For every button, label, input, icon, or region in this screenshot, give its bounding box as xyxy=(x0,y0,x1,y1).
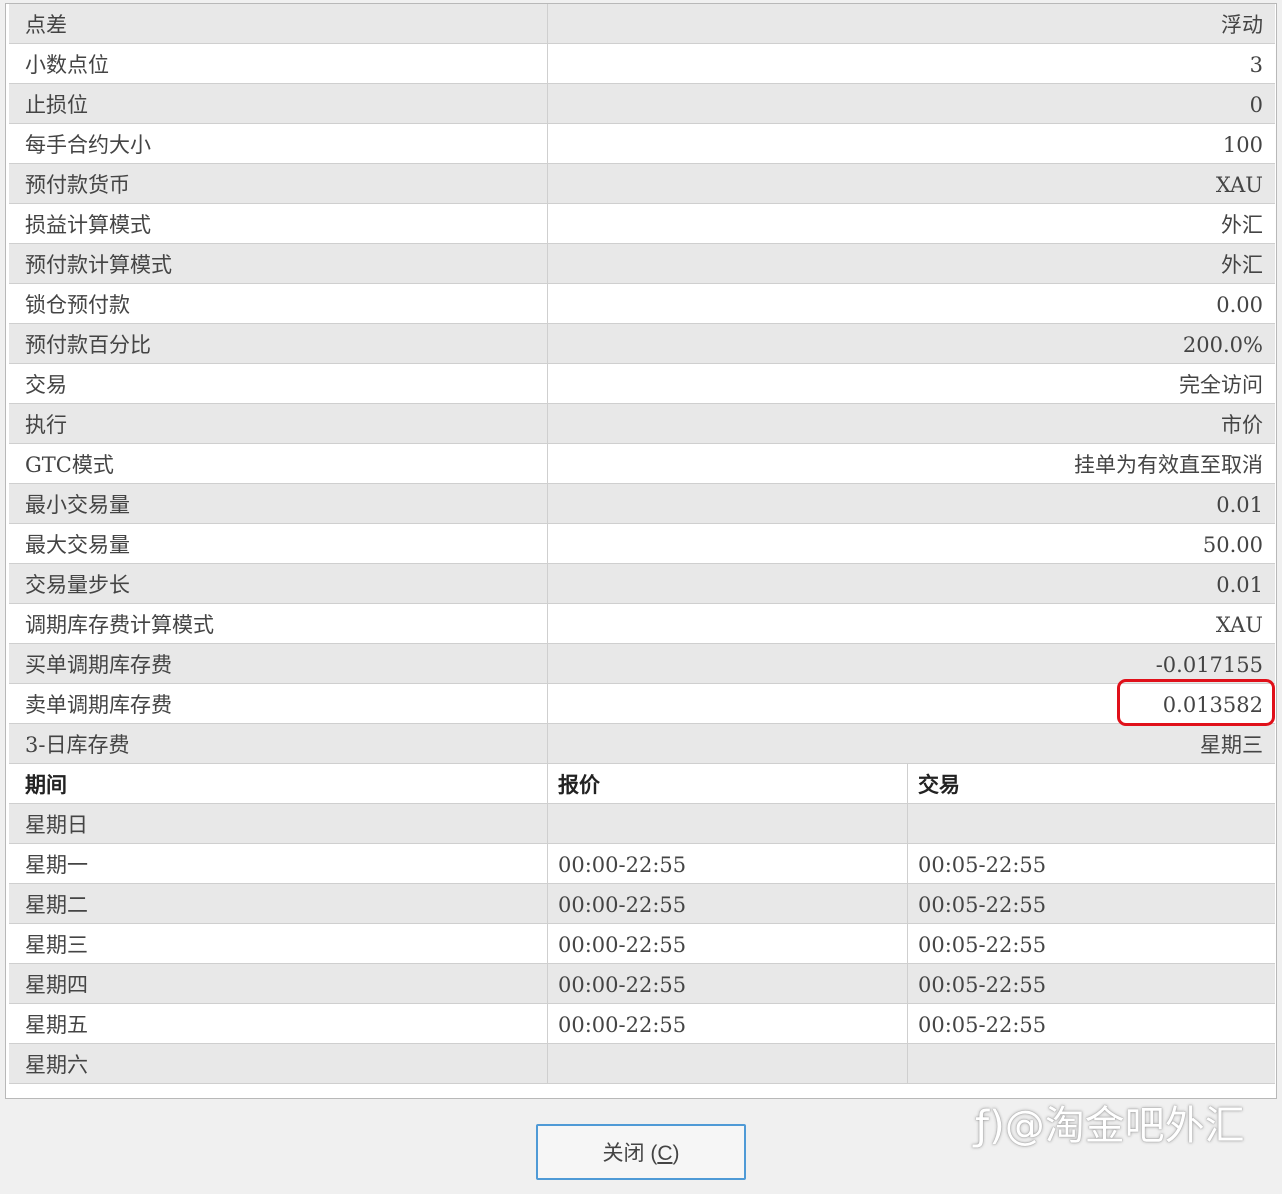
spec-row: GTC模式 挂单为有效直至取消 xyxy=(9,444,1275,484)
session-quote-hours xyxy=(548,804,908,843)
spec-row: 买单调期库存费 -0.017155 xyxy=(9,644,1275,684)
spec-row: 最大交易量 50.00 xyxy=(9,524,1275,564)
session-trade-hours: 00:05-22:55 xyxy=(918,853,1047,877)
spec-value: 星期三 xyxy=(1200,733,1263,757)
spec-label: 锁仓预付款 xyxy=(9,284,548,323)
spec-value: 市价 xyxy=(1221,413,1263,437)
spec-row: 每手合约大小 100 xyxy=(9,124,1275,164)
spec-value: 3 xyxy=(1249,53,1263,77)
session-quote-hours: 00:00-22:55 xyxy=(548,844,908,883)
session-day: 星期日 xyxy=(9,804,548,843)
session-row: 星期六 xyxy=(9,1044,1275,1084)
session-row: 星期四 00:00-22:55 00:05-22:55 xyxy=(9,964,1275,1004)
session-day: 星期二 xyxy=(9,884,548,923)
spec-value: 完全访问 xyxy=(1179,373,1263,397)
session-quote-hours: 00:00-22:55 xyxy=(548,964,908,1003)
spec-label: 预付款货币 xyxy=(9,164,548,203)
spec-value: 外汇 xyxy=(1221,253,1263,277)
spec-label: 3-日库存费 xyxy=(9,724,548,763)
spec-label: 每手合约大小 xyxy=(9,124,548,163)
session-day: 星期四 xyxy=(9,964,548,1003)
close-button[interactable]: 关闭 (C) xyxy=(536,1124,746,1180)
spec-label: 最大交易量 xyxy=(9,524,548,563)
spec-row: 预付款货币 XAU xyxy=(9,164,1275,204)
spec-label: 小数点位 xyxy=(9,44,548,83)
watermark: ƒ)@淘金吧外汇 xyxy=(975,1098,1245,1154)
spec-row: 执行 市价 xyxy=(9,404,1275,444)
close-button-suffix: ) xyxy=(672,1142,680,1165)
session-header-row: 期间 报价 交易 xyxy=(9,764,1275,804)
spec-value: 浮动 xyxy=(1221,13,1263,37)
spec-value: 50.00 xyxy=(1202,533,1263,557)
spec-row: 交易量步长 0.01 xyxy=(9,564,1275,604)
watermark-text: @淘金吧外汇 xyxy=(1004,1103,1245,1149)
spec-row: 损益计算模式 外汇 xyxy=(9,204,1275,244)
session-trade-hours: 00:05-22:55 xyxy=(918,1013,1047,1037)
spec-value: XAU xyxy=(1215,173,1263,197)
watermark-logo-icon: ƒ) xyxy=(975,1103,1005,1149)
spec-label: 调期库存费计算模式 xyxy=(9,604,548,643)
spec-row: 交易 完全访问 xyxy=(9,364,1275,404)
session-row: 星期三 00:00-22:55 00:05-22:55 xyxy=(9,924,1275,964)
spec-value: 0.01 xyxy=(1216,493,1263,517)
session-day: 星期五 xyxy=(9,1004,548,1043)
header-period: 期间 xyxy=(9,764,548,803)
spec-row: 调期库存费计算模式 XAU xyxy=(9,604,1275,644)
spec-label: 执行 xyxy=(9,404,548,443)
spec-label: 预付款百分比 xyxy=(9,324,548,363)
spec-label: 止损位 xyxy=(9,84,548,123)
spec-row: 3-日库存费 星期三 xyxy=(9,724,1275,764)
spec-value: 100 xyxy=(1222,133,1263,157)
close-button-prefix: 关闭 ( xyxy=(602,1142,658,1165)
spec-table-panel: 点差 浮动 小数点位 3 止损位 0 每手合约大小 100 预付款货币 XAU 损益计算模式 外汇 预付… xyxy=(5,3,1277,1099)
spec-row: 卖单调期库存费 0.013582 xyxy=(9,684,1275,724)
session-quote-hours: 00:00-22:55 xyxy=(548,884,908,923)
spec-row: 锁仓预付款 0.00 xyxy=(9,284,1275,324)
spec-row: 预付款计算模式 外汇 xyxy=(9,244,1275,284)
spec-value: 0.01 xyxy=(1216,573,1263,597)
spec-row: 预付款百分比 200.0% xyxy=(9,324,1275,364)
spec-label: 预付款计算模式 xyxy=(9,244,548,283)
session-trade-hours: 00:05-22:55 xyxy=(918,933,1047,957)
session-quote-hours: 00:00-22:55 xyxy=(548,1004,908,1043)
session-row: 星期二 00:00-22:55 00:05-22:55 xyxy=(9,884,1275,924)
spec-value: XAU xyxy=(1215,613,1263,637)
spec-value: 挂单为有效直至取消 xyxy=(1074,453,1263,477)
spec-label: 交易 xyxy=(9,364,548,403)
spec-value: -0.017155 xyxy=(1155,653,1263,677)
symbol-spec-dialog: 点差 浮动 小数点位 3 止损位 0 每手合约大小 100 预付款货币 XAU 损益计算模式 外汇 预付… xyxy=(0,0,1282,1194)
header-trade: 交易 xyxy=(918,772,960,797)
session-row: 星期五 00:00-22:55 00:05-22:55 xyxy=(9,1004,1275,1044)
highlight-box xyxy=(1117,679,1275,726)
spec-row: 小数点位 3 xyxy=(9,44,1275,84)
session-trade-hours xyxy=(908,804,1275,843)
spec-label: GTC模式 xyxy=(9,444,548,483)
session-row: 星期一 00:00-22:55 00:05-22:55 xyxy=(9,844,1275,884)
spec-label: 最小交易量 xyxy=(9,484,548,523)
session-day: 星期一 xyxy=(9,844,548,883)
spec-row: 最小交易量 0.01 xyxy=(9,484,1275,524)
spec-value: 0.00 xyxy=(1216,293,1263,317)
spec-value: 外汇 xyxy=(1221,213,1263,237)
session-quote-hours xyxy=(548,1044,908,1083)
spec-row: 止损位 0 xyxy=(9,84,1275,124)
spec-value: 0 xyxy=(1249,93,1263,117)
session-quote-hours: 00:00-22:55 xyxy=(548,924,908,963)
session-trade-hours: 00:05-22:55 xyxy=(918,893,1047,917)
spec-row: 点差 浮动 xyxy=(9,4,1275,44)
close-button-hotkey: C xyxy=(657,1142,673,1165)
session-day: 星期三 xyxy=(9,924,548,963)
session-trade-hours xyxy=(908,1044,1275,1083)
session-trade-hours: 00:05-22:55 xyxy=(918,973,1047,997)
spec-label: 卖单调期库存费 xyxy=(9,684,548,723)
spec-label: 买单调期库存费 xyxy=(9,644,548,683)
spec-label: 交易量步长 xyxy=(9,564,548,603)
header-quote: 报价 xyxy=(548,764,908,803)
session-row: 星期日 xyxy=(9,804,1275,844)
session-day: 星期六 xyxy=(9,1044,548,1083)
spec-label: 点差 xyxy=(9,4,548,43)
spec-label: 损益计算模式 xyxy=(9,204,548,243)
spec-value: 200.0% xyxy=(1182,333,1263,357)
